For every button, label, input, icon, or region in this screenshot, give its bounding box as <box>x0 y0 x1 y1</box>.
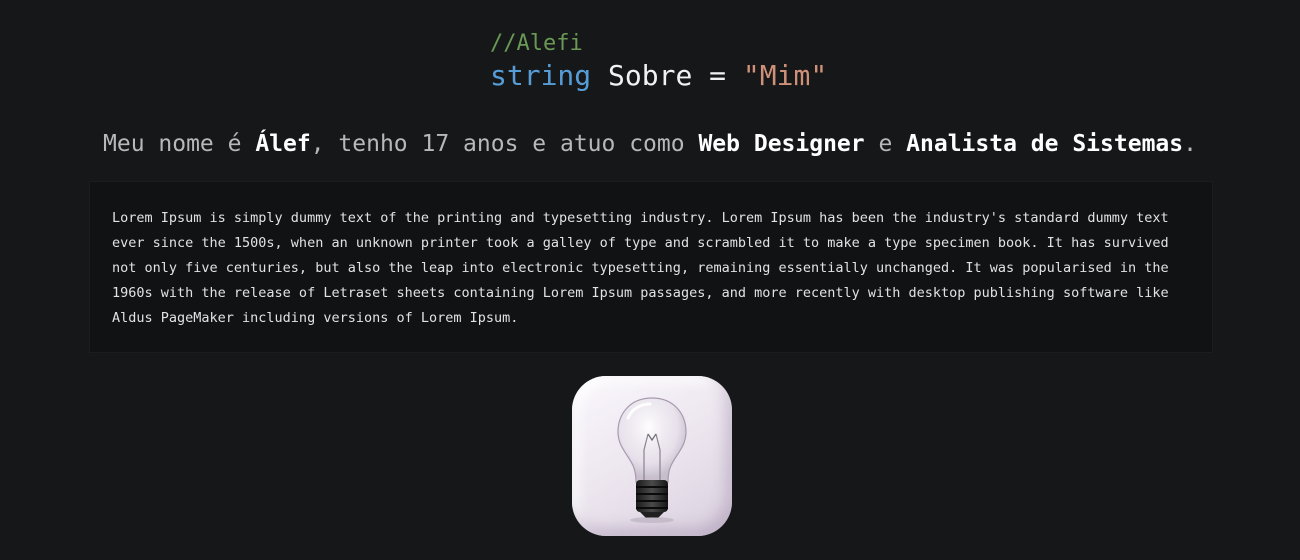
code-operator: = <box>709 59 727 92</box>
intro-role-analyst: Analista de Sistemas <box>906 131 1184 157</box>
intro-text-4: . <box>1183 131 1197 157</box>
code-identifier: Sobre <box>608 59 693 92</box>
intro-name: Álef <box>255 131 311 157</box>
bio-text: Lorem Ipsum is simply dummy text of the … <box>112 210 1169 326</box>
intro-text-3: e <box>864 131 907 157</box>
intro-text-1: Meu nome é <box>103 131 256 157</box>
code-declaration: string Sobre = "Mim" <box>490 56 827 96</box>
code-heading: //Alefi string Sobre = "Mim" <box>490 28 827 96</box>
intro-role-web-designer: Web Designer <box>698 131 865 157</box>
code-string: "Mim" <box>742 59 828 92</box>
intro-text-2: , tenho 17 anos e atuo como <box>310 131 699 157</box>
bio-box: Lorem Ipsum is simply dummy text of the … <box>89 181 1213 353</box>
code-keyword: string <box>490 59 592 92</box>
lightbulb-tile <box>572 376 732 536</box>
intro-sentence: Meu nome é Álef, tenho 17 anos e atuo co… <box>0 126 1300 162</box>
lightbulb-icon <box>617 397 687 523</box>
